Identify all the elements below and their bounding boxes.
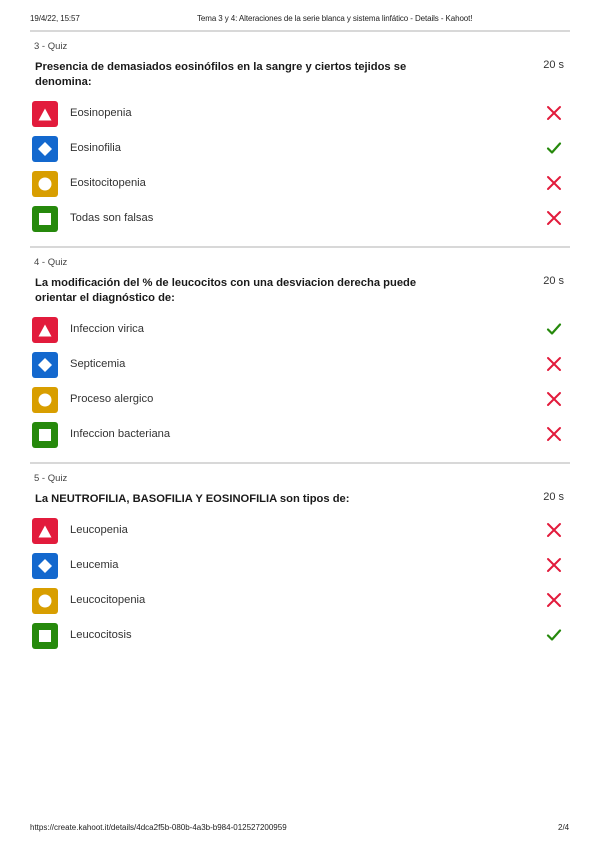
time-limit: 20 s	[543, 491, 564, 503]
answer-text: Proceso alergico	[70, 393, 154, 405]
circle-icon	[32, 387, 58, 413]
answer-row: Eositocitopenia	[32, 171, 568, 197]
question-text: La modificación del % de leucocitos con …	[35, 277, 417, 304]
answer-row: Infeccion bacteriana	[32, 422, 568, 448]
triangle-icon	[32, 101, 58, 127]
cross-icon	[547, 558, 561, 572]
quiz-block: 3 - Quiz Presencia de demasiados eosinóf…	[30, 30, 570, 245]
square-icon	[32, 422, 58, 448]
divider	[30, 462, 570, 464]
check-icon	[546, 629, 562, 641]
answer-row: Todas son falsas	[32, 206, 568, 232]
answer-text: Eosinofilia	[70, 142, 121, 154]
answer-text: Infeccion virica	[70, 323, 144, 335]
quiz-label: 4 - Quiz	[34, 257, 68, 268]
square-icon	[32, 623, 58, 649]
answer-text: Septicemia	[70, 358, 126, 370]
answer-text: Todas son falsas	[70, 212, 154, 224]
answer-row: Septicemia	[32, 352, 568, 378]
check-icon	[546, 142, 562, 154]
cross-icon	[547, 593, 561, 607]
answer-text: Leucocitopenia	[70, 594, 146, 606]
answer-text: Leucemia	[70, 559, 119, 571]
print-title: Tema 3 y 4: Alteraciones de la serie bla…	[197, 14, 473, 23]
answer-text: Leucopenia	[70, 524, 128, 536]
triangle-icon	[32, 518, 58, 544]
question-text: Presencia de demasiados eosinófilos en l…	[35, 61, 407, 88]
answer-row: Infeccion virica	[32, 317, 568, 343]
answer-row: Proceso alergico	[32, 387, 568, 413]
cross-icon	[547, 106, 561, 120]
circle-icon	[32, 171, 58, 197]
quiz-label: 5 - Quiz	[34, 473, 68, 484]
cross-icon	[547, 523, 561, 537]
cross-icon	[547, 357, 561, 371]
answer-row: Leucocitosis	[32, 623, 568, 649]
quiz-block: 5 - Quiz La NEUTROFILIA, BASOFILIA Y EOS…	[30, 462, 570, 662]
cross-icon	[547, 427, 561, 441]
answer-row: Leucopenia	[32, 518, 568, 544]
quiz-block: 4 - Quiz La modificación del % de leucoc…	[30, 246, 570, 461]
answer-row: Leucocitopenia	[32, 588, 568, 614]
time-limit: 20 s	[543, 59, 564, 71]
triangle-icon	[32, 317, 58, 343]
cross-icon	[547, 211, 561, 225]
check-icon	[546, 323, 562, 335]
page-number: 2/4	[558, 823, 570, 832]
circle-icon	[32, 588, 58, 614]
time-limit: 20 s	[543, 275, 564, 287]
cross-icon	[547, 176, 561, 190]
print-url[interactable]: https://create.kahoot.it/details/4dca2f5…	[30, 823, 287, 832]
answer-text: Leucocitosis	[70, 629, 132, 641]
diamond-icon	[32, 136, 58, 162]
question-text: La NEUTROFILIA, BASOFILIA Y EOSINOFILIA …	[35, 493, 350, 505]
divider	[30, 30, 570, 32]
answer-row: Eosinofilia	[32, 136, 568, 162]
divider	[30, 246, 570, 248]
diamond-icon	[32, 352, 58, 378]
print-datetime: 19/4/22, 15:57	[30, 14, 80, 23]
answer-text: Eositocitopenia	[70, 177, 146, 189]
cross-icon	[547, 392, 561, 406]
answer-text: Infeccion bacteriana	[70, 428, 171, 440]
answer-text: Eosinopenia	[70, 107, 132, 119]
diamond-icon	[32, 553, 58, 579]
quiz-label: 3 - Quiz	[34, 41, 68, 52]
answer-row: Leucemia	[32, 553, 568, 579]
answer-row: Eosinopenia	[32, 101, 568, 127]
square-icon	[32, 206, 58, 232]
